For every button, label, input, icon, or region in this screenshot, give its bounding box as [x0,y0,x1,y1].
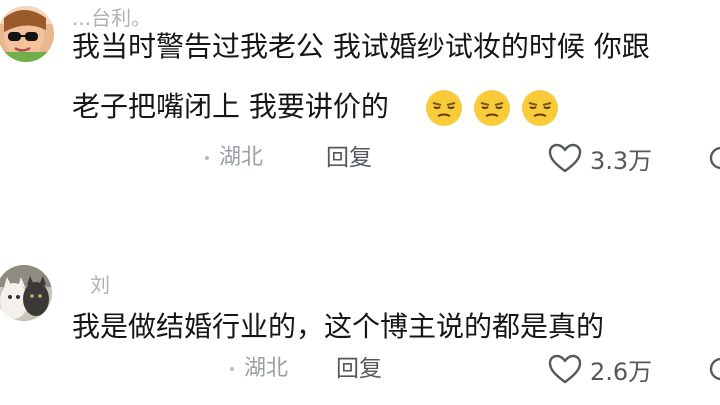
like-count: 2.6万 [590,357,653,386]
smirk-face-icon [521,90,558,126]
comment-item: 刘 我是做结婚行业的，这个博主说的都是真的 湖北 回复 2.6万 [0,255,720,405]
location-label: 湖北 [244,356,289,381]
comment-text-line-2: 老子把嘴闭上 我要讲价的 [72,86,560,128]
comment-list: ...台利。 我当时警告过我老公 我试婚纱试妆的时候 你跟 老子把嘴闭上 我要讲… [0,0,720,405]
heart-icon [548,354,582,384]
comment-text-line-1: 我是做结婚行业的，这个博主说的都是真的 [72,310,605,343]
smirk-face-icon [425,90,462,126]
reply-button[interactable]: 回复 [336,349,382,389]
more-icon[interactable] [706,138,720,178]
heart-icon [548,143,582,173]
more-icon[interactable] [706,349,720,389]
smirk-face-icon [473,90,510,126]
like-button[interactable]: 3.3万 [548,138,652,178]
comment-meta: 湖北 [230,349,288,389]
comment-item: ...台利。 我当时警告过我老公 我试婚纱试妆的时候 你跟 老子把嘴闭上 我要讲… [0,0,720,205]
comment-text-line-2-text: 老子把嘴闭上 我要讲价的 [72,90,389,123]
like-count: 3.3万 [590,146,653,175]
like-button[interactable]: 2.6万 [548,349,652,389]
comment-text-line-1: 我当时警告过我老公 我试婚纱试妆的时候 你跟 [72,30,650,63]
username[interactable]: 刘 [90,273,150,297]
comment-meta: 湖北 [205,138,263,178]
avatar[interactable] [0,6,54,62]
location-label: 湖北 [219,145,264,170]
emoji-group [424,88,560,128]
meta-separator-dot [205,156,209,160]
reply-button[interactable]: 回复 [326,138,372,178]
meta-separator-dot [230,367,234,371]
avatar[interactable] [0,265,52,321]
